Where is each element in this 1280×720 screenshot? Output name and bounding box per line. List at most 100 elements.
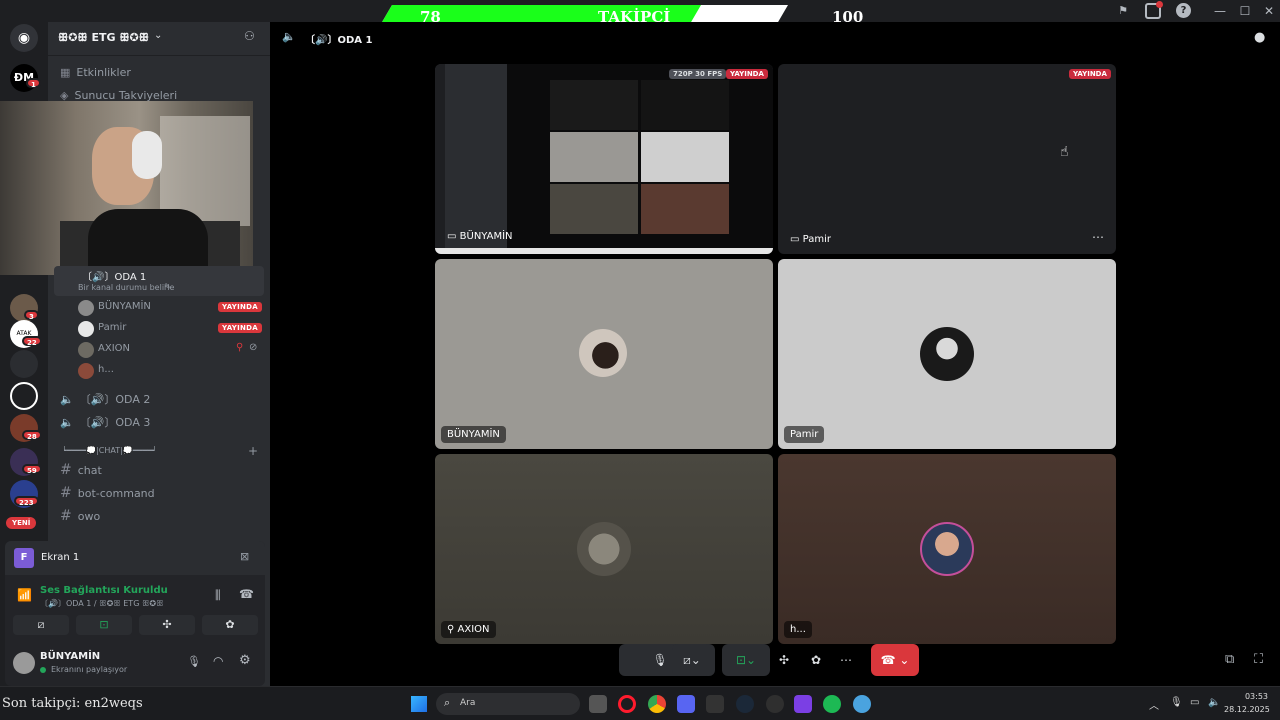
camera-off-button[interactable]: ⧄ [13,615,69,635]
fullscreen-icon[interactable]: ⛶ [1254,652,1263,667]
user-name: BÜNYAMİN [40,651,101,662]
signal-icon: 📶 [17,588,32,602]
steam-icon[interactable] [736,695,754,713]
chrome-icon[interactable] [648,695,666,713]
camera-off-icon: ⧄ [37,618,45,631]
network-icon[interactable]: ▭ [1190,697,1199,708]
microphone-icon[interactable]: 🎙 [187,655,201,668]
avatar [577,522,631,576]
voice-member[interactable]: Pamir YAYINDA [78,321,263,337]
member-name: h... [98,364,114,375]
video-tile[interactable]: 720P 30 FPS YAYINDA ▭ BÜNYAMİN [435,64,773,254]
text-channel-owo[interactable]: # owo [60,508,100,524]
hash-icon: # [60,462,72,478]
voice-stage [270,22,1280,686]
volume-icon[interactable]: 🔈 [1208,697,1220,708]
text-channel-bot-command[interactable]: # bot-command [60,485,155,501]
active-voice-channel[interactable]: 〔🔊〕ODA 1 Bir kanal durumu belirle ✎ [54,266,264,296]
activities-control[interactable]: ✣ [772,644,796,676]
voice-member[interactable]: BÜNYAMİN YAYINDA [78,300,263,316]
leave-call-button[interactable]: ☎ ⌄ [871,644,919,676]
popout-icon[interactable]: ⧉ [1225,652,1234,667]
obs-icon[interactable] [766,695,784,713]
screen-share-icon: ⊡ [99,618,109,631]
hash-icon: # [60,508,72,524]
taskview-icon[interactable] [589,695,607,713]
screen-share-control[interactable]: ⊡⌄ [722,644,770,676]
stop-share-icon[interactable]: ⊠ [240,550,249,563]
soundboard-control[interactable]: ✿ [804,644,828,676]
server-name: ꕥ✪ꕥ ETG ꕥ✪ꕥ [58,31,149,44]
avatar [920,522,974,576]
close-button[interactable]: ✕ [1261,3,1277,19]
voice-status-subtitle[interactable]: 〔🔊〕ODA 1 / ꕥ✪ꕥ ETG ꕥ✪ꕥ [40,598,164,609]
soundboard-icon: ✿ [810,653,822,667]
mic-tray-icon[interactable]: 🎙 [1170,697,1183,708]
settings-app-icon[interactable] [853,695,871,713]
clock-time[interactable]: 03:53 [1232,692,1268,701]
soundboard-button[interactable]: ✿ [202,615,258,635]
server-icon-2[interactable]: 3 [10,294,39,322]
user-status: Ekranını paylaşıyor [51,665,128,674]
settings-gear-icon[interactable]: ⚙ [239,653,251,668]
screen-share-button[interactable]: ⊡ [76,615,132,635]
app-icon[interactable] [794,695,812,713]
help-icon[interactable]: ? [1176,3,1191,18]
opera-icon[interactable] [618,695,636,713]
spotify-icon[interactable] [823,695,841,713]
start-button[interactable] [411,696,427,712]
sidebar-item-events[interactable]: ▦ Etkinlikler [60,66,131,79]
category-chat[interactable]: ┕━━━━💭|CHAT|💭━━━━┙ + [62,446,262,455]
video-tile[interactable]: ⚲ AXION [435,454,773,644]
server-icon-6[interactable]: 28 [10,414,42,442]
screen-share-preview[interactable]: F Ekran 1 ⊠ [5,541,265,575]
live-badge: YAYINDA [218,302,263,312]
terminal-icon[interactable] [706,695,724,713]
chat-bubble-icon[interactable]: ● [1254,30,1265,45]
voice-channel-oda2[interactable]: 🔈 〔🔊〕ODA 2 [60,391,150,407]
voice-member[interactable]: h... [78,363,262,379]
video-tile[interactable]: h... [778,454,1116,644]
taskbar-search[interactable]: ⌕ Ara [436,693,580,715]
server-icon-8[interactable]: 223 [10,480,39,508]
video-tile[interactable]: YAYINDA ▭ Pamir ⋯ ☝ [778,64,1116,254]
camera-control[interactable]: ⧄⌄ [672,644,712,676]
avatar [78,300,94,316]
camera-off-icon: ⧄⌄ [683,653,701,667]
clock-date[interactable]: 28.12.2025 [1224,705,1270,714]
server-icon-em[interactable]: ÐM 1 [10,64,41,92]
noise-suppression-icon[interactable]: ⫼ [215,588,221,603]
text-channel-chat[interactable]: # chat [60,462,102,478]
disconnect-icon[interactable]: ☎ [239,587,254,601]
headphones-icon[interactable]: ◠ [213,654,223,668]
video-tile[interactable]: BÜNYAMİN [435,259,773,449]
inbox-icon[interactable]: ⚑ [1116,4,1130,18]
add-channel-icon[interactable]: + [248,446,258,455]
more-control[interactable]: ⋯ [834,644,858,676]
voice-member[interactable]: AXION ⚲ ⊘ [78,342,262,358]
avatar[interactable] [13,652,35,674]
server-header[interactable]: ꕥ✪ꕥ ETG ꕥ✪ꕥ ⌄ ⚇ [48,22,270,56]
deafened-icon: ⊘ [249,342,258,353]
server-icon-4[interactable] [10,350,38,378]
discord-taskbar-icon[interactable] [677,695,695,713]
maximize-button[interactable]: ☐ [1237,3,1253,19]
video-tile[interactable]: Pamir [778,259,1116,449]
more-options-icon: ⋯ [840,653,852,667]
server-icon-atak[interactable]: ATAK 22 [10,320,42,348]
minimize-button[interactable]: — [1212,3,1228,19]
server-icon-7[interactable]: 59 [10,448,42,476]
more-options-icon[interactable]: ⋯ [1092,230,1104,244]
channel-status-placeholder[interactable]: Bir kanal durumu belirle [78,283,174,292]
server-icon-5[interactable] [10,382,38,410]
update-icon[interactable] [1145,1,1163,19]
invite-people-icon[interactable]: ⚇ [244,29,255,43]
chevron-up-icon[interactable]: ︿ [1149,697,1159,712]
discord-home-button[interactable]: ◉ [10,24,38,52]
member-name: BÜNYAMİN [98,301,151,312]
activities-button[interactable]: ✣ [139,615,195,635]
voice-channel-oda3[interactable]: 🔈 〔🔊〕ODA 3 [60,414,150,430]
avatar [920,327,974,381]
screen-share-icon: ⊡⌄ [735,653,757,667]
tile-name-tag: h... [784,621,812,638]
